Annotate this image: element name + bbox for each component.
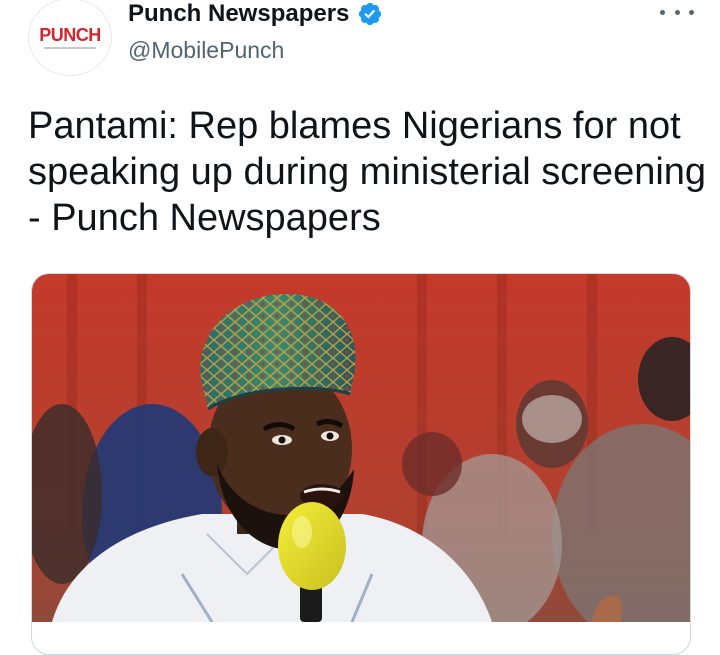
display-name[interactable]: Punch Newspapers [128, 0, 349, 28]
more-dot [689, 9, 694, 15]
tweet-text: Pantami: Rep blames Nigerians for not sp… [28, 105, 707, 239]
tweet: PUNCH Punch Newspapers @MobilePunch Pant… [0, 0, 720, 655]
avatar[interactable]: PUNCH [28, 0, 112, 76]
tweet-header: PUNCH Punch Newspapers @MobilePunch [0, 0, 720, 90]
display-name-row[interactable]: Punch Newspapers [128, 0, 383, 28]
microphone [278, 502, 346, 590]
article-image[interactable] [32, 274, 690, 622]
account-handle[interactable]: @MobilePunch [128, 36, 284, 64]
more-dot [674, 9, 680, 15]
more-dot [660, 9, 665, 15]
logo-tagline [44, 46, 96, 49]
link-card[interactable] [31, 273, 691, 655]
verified-badge-icon [359, 2, 382, 26]
more-options-icon[interactable] [660, 4, 694, 20]
punch-logo: PUNCH [39, 24, 101, 45]
